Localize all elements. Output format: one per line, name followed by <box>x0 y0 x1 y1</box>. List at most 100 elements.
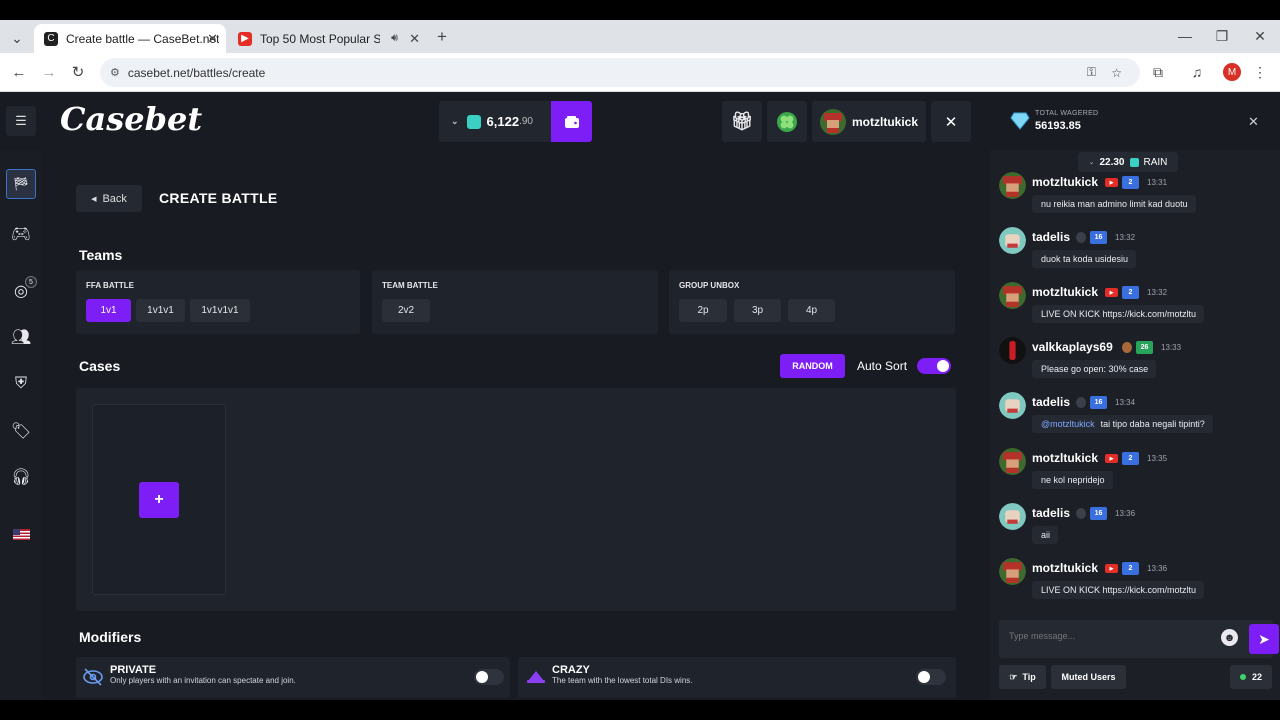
mention-link[interactable]: @motzltukick <box>1041 419 1095 429</box>
extensions-icon[interactable]: ⧉ <box>1149 63 1167 81</box>
chat-message-input[interactable] <box>1009 631 1209 641</box>
battles-flag-icon[interactable]: 🏁︎ <box>6 169 36 199</box>
mode-1v1-button[interactable]: 1v1 <box>86 299 131 322</box>
rank-shield-icon <box>1076 232 1086 243</box>
close-chat-icon[interactable]: ✕ <box>1248 114 1259 130</box>
crazy-modifier-card: CRAZY The team with the lowest total DIs… <box>518 657 956 698</box>
tab-title: Create battle — CaseBet.net <box>66 31 220 46</box>
browser-tab-active[interactable]: C Create battle — CaseBet.net ✕ <box>34 24 226 53</box>
level-badge: 2 <box>1122 452 1139 465</box>
send-button[interactable]: ➤ <box>1249 624 1279 654</box>
username: motzltukick <box>852 114 919 129</box>
new-tab-icon[interactable]: + <box>432 27 452 46</box>
mode-4p-button[interactable]: 4p <box>788 299 835 322</box>
chat-username[interactable]: motzltukick <box>1032 285 1098 299</box>
close-icon: ✕ <box>944 113 958 131</box>
media-control-icon[interactable]: ♫ <box>1188 63 1206 81</box>
casebet-logo[interactable]: Casebet <box>60 100 202 138</box>
balance-display[interactable]: ⌄ 6,122 .90 <box>439 101 552 142</box>
mode-1v1v1v1-button[interactable]: 1v1v1v1 <box>190 299 250 322</box>
tip-button[interactable]: ☞ Tip <box>999 665 1046 689</box>
cases-heading: Cases <box>79 358 121 374</box>
level-badge: 2 <box>1122 286 1139 299</box>
close-tab-icon[interactable]: ✕ <box>409 31 420 47</box>
restore-icon[interactable]: ❐ <box>1213 26 1231 46</box>
tag-icon[interactable]: 🏷︎ <box>6 416 36 446</box>
user-profile-button[interactable]: motzltukick <box>812 101 926 142</box>
url-text: casebet.net/battles/create <box>127 65 266 80</box>
mode-2v2-button[interactable]: 2v2 <box>382 299 430 322</box>
chat-avatar[interactable] <box>999 503 1026 530</box>
taskbar <box>0 700 1280 720</box>
toggle-knob <box>937 360 949 372</box>
random-button[interactable]: RANDOM <box>780 354 845 378</box>
chat-avatar[interactable] <box>999 227 1026 254</box>
games-controller-icon[interactable]: 🎮︎ <box>6 219 36 249</box>
chat-username[interactable]: motzltukick <box>1032 561 1098 575</box>
add-case-button[interactable]: + <box>139 482 179 518</box>
message-time: 13:36 <box>1115 509 1136 518</box>
back-button[interactable]: ◀ Back <box>76 185 142 212</box>
chat-avatar[interactable] <box>999 392 1026 419</box>
chat-avatar[interactable] <box>999 337 1026 364</box>
browser-tab-youtube[interactable]: ▶ Top 50 Most Popular Songs 🔊︎ ✕ <box>228 24 428 53</box>
close-tab-icon[interactable]: ✕ <box>207 31 218 47</box>
muted-users-button[interactable]: Muted Users <box>1051 665 1126 689</box>
chat-username[interactable]: tadelis <box>1032 395 1070 409</box>
url-bar[interactable]: ⚙ casebet.net/battles/create ⚿ ☆ <box>100 58 1140 87</box>
chat-username[interactable]: tadelis <box>1032 506 1070 520</box>
tab-title: Top 50 Most Popular Songs <box>260 31 380 46</box>
minimize-icon[interactable]: — <box>1176 26 1194 46</box>
mode-1v1v1-button[interactable]: 1v1v1 <box>136 299 185 322</box>
affiliates-users-icon[interactable]: 👥︎ <box>6 322 36 352</box>
level-badge: 16 <box>1090 507 1107 520</box>
balance-whole: 6,122 <box>486 114 520 129</box>
mode-2p-button[interactable]: 2p <box>679 299 727 322</box>
window-close-icon[interactable]: ✕ <box>1251 26 1269 46</box>
menu-hamburger-icon[interactable]: ☰ <box>6 106 36 136</box>
crazy-toggle[interactable] <box>916 669 946 685</box>
rain-label: RAIN <box>1143 156 1168 168</box>
password-key-icon[interactable]: ⚿ <box>1087 65 1096 80</box>
chat-username[interactable]: motzltukick <box>1032 175 1098 189</box>
toggle-knob <box>476 671 488 683</box>
back-arrow-icon[interactable]: ← <box>10 63 28 81</box>
wallet-button[interactable] <box>551 101 592 142</box>
language-flag-icon[interactable] <box>6 519 36 549</box>
eye-off-icon <box>83 668 103 686</box>
private-toggle[interactable] <box>474 669 504 685</box>
gift-button[interactable]: 🎁︎ <box>722 101 762 142</box>
message-time: 13:32 <box>1147 288 1168 297</box>
site-info-icon[interactable]: ⚙ <box>110 66 120 79</box>
chat-avatar[interactable] <box>999 448 1026 475</box>
rain-widget[interactable]: ⌄ 22.30 RAIN <box>1078 152 1178 172</box>
shield-icon[interactable]: ⛨ <box>6 369 36 399</box>
target-icon[interactable]: ◎ 5 <box>6 276 37 306</box>
empty-case-slot[interactable]: + <box>92 404 226 595</box>
chat-username[interactable]: tadelis <box>1032 230 1070 244</box>
support-headset-icon[interactable]: 🎧︎ <box>6 462 36 492</box>
profile-avatar[interactable]: M <box>1223 63 1241 81</box>
bookmark-star-icon[interactable]: ☆ <box>1111 66 1122 80</box>
chat-avatar[interactable] <box>999 172 1026 199</box>
emoji-icon[interactable]: ☻ <box>1221 629 1238 646</box>
autosort-label: Auto Sort <box>857 359 908 373</box>
chat-avatar[interactable] <box>999 282 1026 309</box>
forward-arrow-icon[interactable]: → <box>40 63 58 81</box>
tab-search-icon[interactable]: ⌄ <box>6 28 28 48</box>
rakeback-button[interactable] <box>767 101 807 142</box>
message-bubble: LIVE ON KICK https://kick.com/motzltu <box>1032 581 1205 599</box>
reload-icon[interactable]: ↻ <box>69 63 87 81</box>
chat-username[interactable]: motzltukick <box>1032 451 1098 465</box>
message-time: 13:33 <box>1161 343 1182 352</box>
close-chat-button[interactable]: ✕ <box>931 101 971 142</box>
browser-menu-icon[interactable]: ⋮ <box>1253 63 1267 81</box>
back-label: Back <box>102 192 127 205</box>
chat-avatar[interactable] <box>999 558 1026 585</box>
autosort-toggle[interactable] <box>917 358 951 374</box>
message-bubble: duok ta koda usidesiu <box>1032 250 1137 268</box>
mode-3p-button[interactable]: 3p <box>734 299 781 322</box>
speaker-icon[interactable]: 🔊︎ <box>391 32 398 45</box>
chat-username[interactable]: valkkaplays69 <box>1032 340 1113 354</box>
message-text: nu reikia man admino limit kad duotu <box>1041 199 1188 209</box>
